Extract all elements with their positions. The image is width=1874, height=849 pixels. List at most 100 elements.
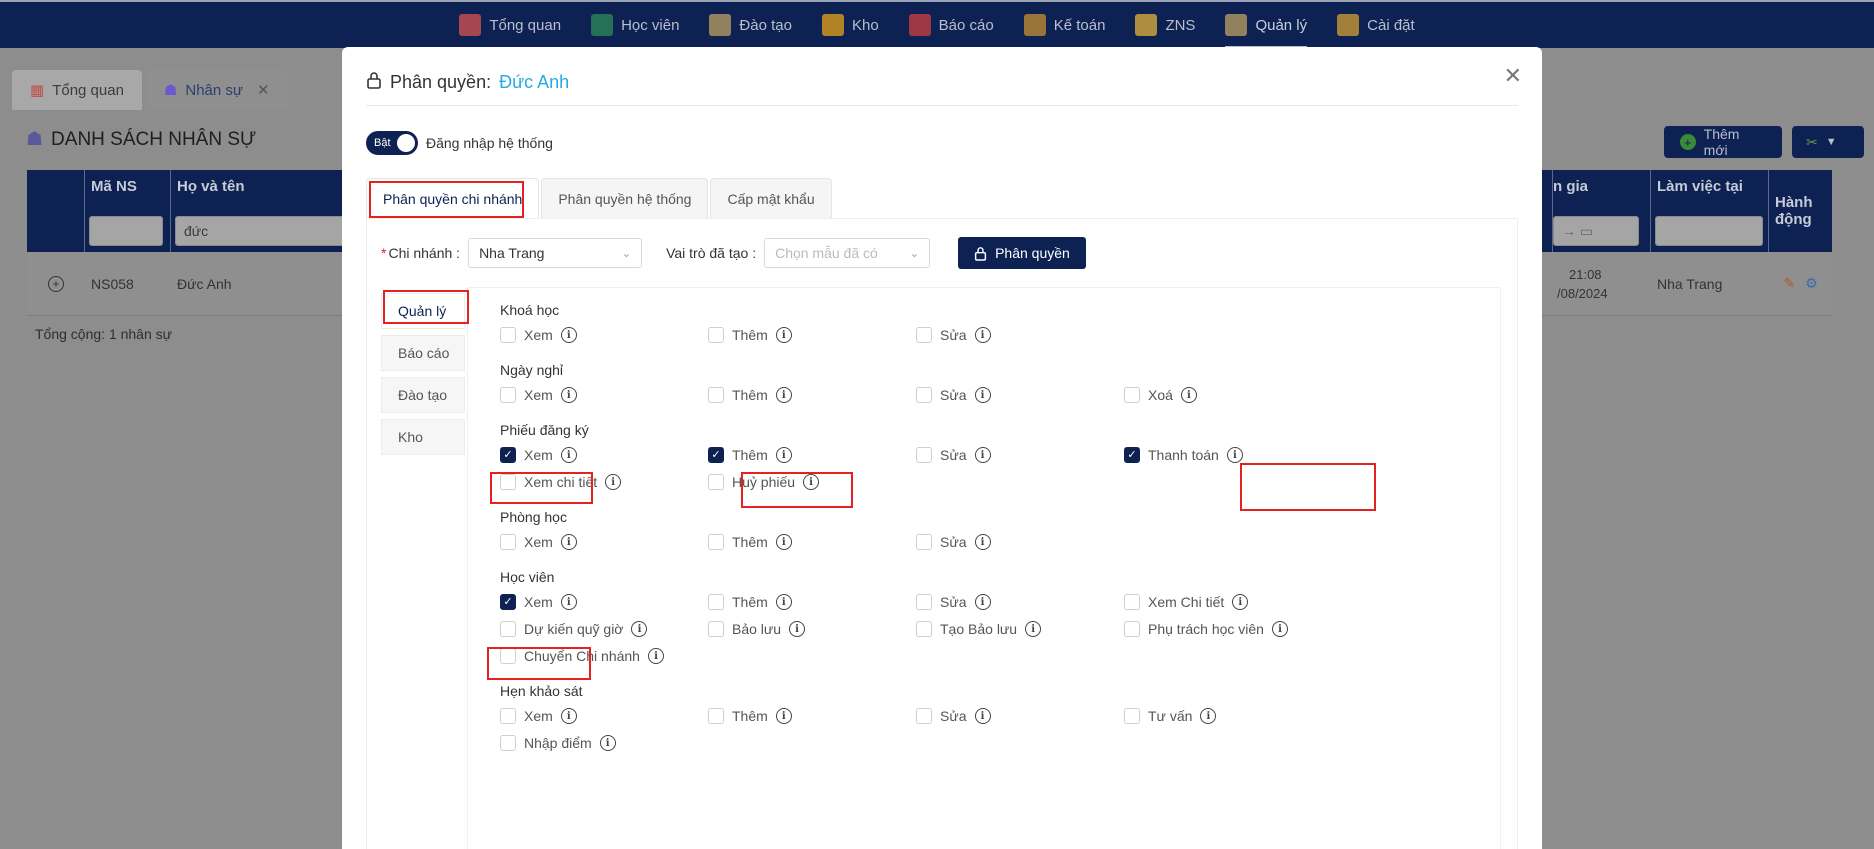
permission-item[interactable]: Xem i: [500, 327, 577, 343]
permission-item[interactable]: Xoá i: [1124, 387, 1197, 403]
info-icon[interactable]: i: [974, 327, 991, 343]
checkbox[interactable]: [708, 474, 724, 490]
info-icon[interactable]: i: [775, 534, 792, 550]
permission-item[interactable]: Sửa i: [916, 327, 991, 343]
permission-item[interactable]: ✓ Xem i: [500, 447, 577, 463]
permission-item[interactable]: Xem i: [500, 534, 577, 550]
nav-item-7[interactable]: Quản lý: [1210, 2, 1322, 48]
info-icon[interactable]: i: [974, 387, 991, 403]
checkbox[interactable]: [708, 534, 724, 550]
checkbox[interactable]: [916, 387, 932, 403]
info-icon[interactable]: i: [789, 621, 806, 637]
date-filter-input[interactable]: → ▭: [1553, 216, 1639, 246]
checkbox[interactable]: [916, 621, 932, 637]
code-filter-input[interactable]: [89, 216, 163, 246]
tab-password[interactable]: Cấp mật khẩu: [710, 178, 832, 218]
nav-item-8[interactable]: Cài đặt: [1322, 2, 1430, 48]
info-icon[interactable]: i: [560, 387, 577, 403]
close-icon[interactable]: ✕: [1504, 63, 1522, 89]
edit-icon[interactable]: ✎: [1783, 275, 1795, 292]
checkbox[interactable]: [916, 708, 932, 724]
checkbox[interactable]: [500, 708, 516, 724]
permission-item[interactable]: Sửa i: [916, 447, 991, 463]
checkbox[interactable]: [1124, 621, 1140, 637]
permission-item[interactable]: Xem chi tiết i: [500, 474, 622, 490]
permission-item[interactable]: Xem i: [500, 387, 577, 403]
checkbox[interactable]: [708, 327, 724, 343]
info-icon[interactable]: i: [775, 708, 792, 724]
checkbox-checked[interactable]: ✓: [500, 447, 516, 463]
checkbox[interactable]: [916, 447, 932, 463]
checkbox[interactable]: [708, 387, 724, 403]
tab-staff[interactable]: ☗ Nhân sự ✕: [145, 70, 288, 110]
permission-gear-icon[interactable]: ⚙: [1805, 275, 1818, 292]
checkbox[interactable]: [500, 735, 516, 751]
checkbox[interactable]: [1124, 387, 1140, 403]
permission-item[interactable]: Xem Chi tiết i: [1124, 594, 1249, 610]
permission-item[interactable]: Thêm i: [708, 534, 792, 550]
permission-item[interactable]: Tạo Bảo lưu i: [916, 621, 1042, 637]
info-icon[interactable]: i: [775, 327, 792, 343]
permission-item[interactable]: ✓ Thêm i: [708, 447, 792, 463]
checkbox[interactable]: [1124, 594, 1140, 610]
checkbox[interactable]: [500, 474, 516, 490]
checkbox[interactable]: [500, 621, 516, 637]
checkbox[interactable]: [916, 534, 932, 550]
permission-item[interactable]: ✓ Thanh toán i: [1124, 447, 1243, 463]
permission-item[interactable]: Phụ trách học viên i: [1124, 621, 1288, 637]
checkbox[interactable]: [708, 621, 724, 637]
info-icon[interactable]: i: [1180, 387, 1197, 403]
permission-item[interactable]: Thêm i: [708, 708, 792, 724]
info-icon[interactable]: i: [647, 648, 664, 664]
add-new-button[interactable]: + Thêm mới: [1664, 126, 1782, 158]
permission-item[interactable]: ✓ Xem i: [500, 594, 577, 610]
permission-item[interactable]: Dự kiến quỹ giờ i: [500, 621, 648, 637]
permission-item[interactable]: Sửa i: [916, 594, 991, 610]
permission-item[interactable]: Thêm i: [708, 594, 792, 610]
info-icon[interactable]: i: [974, 447, 991, 463]
nav-item-2[interactable]: Đào tạo: [694, 2, 807, 48]
login-toggle-switch[interactable]: Bật: [366, 131, 418, 155]
info-icon[interactable]: i: [560, 594, 577, 610]
checkbox[interactable]: [708, 708, 724, 724]
expand-row-icon[interactable]: +: [27, 275, 85, 292]
permission-item[interactable]: Bảo lưu i: [708, 621, 806, 637]
role-template-select[interactable]: Chọn mẫu đã có ⌄: [764, 238, 931, 268]
permission-item[interactable]: Nhập điểm i: [500, 735, 616, 751]
checkbox[interactable]: [916, 594, 932, 610]
info-icon[interactable]: i: [560, 534, 577, 550]
tab-system-permission[interactable]: Phân quyền hệ thống: [541, 178, 709, 218]
nav-item-4[interactable]: Báo cáo: [894, 2, 1009, 48]
nav-item-0[interactable]: Tổng quan: [444, 2, 576, 48]
workplace-filter-select[interactable]: [1655, 216, 1763, 246]
tab-overview[interactable]: ▦ Tổng quan: [12, 70, 142, 110]
checkbox[interactable]: [1124, 708, 1140, 724]
checkbox-checked[interactable]: ✓: [500, 594, 516, 610]
checkbox[interactable]: [916, 327, 932, 343]
info-icon[interactable]: i: [775, 594, 792, 610]
checkbox[interactable]: [500, 648, 516, 664]
sidetab-warehouse[interactable]: Kho: [381, 419, 465, 455]
info-icon[interactable]: i: [560, 447, 577, 463]
nav-item-1[interactable]: Học viên: [576, 2, 694, 48]
permission-item[interactable]: Chuyển Chi nhánh i: [500, 648, 664, 664]
info-icon[interactable]: i: [1200, 708, 1217, 724]
permission-item[interactable]: Sửa i: [916, 534, 991, 550]
checkbox[interactable]: [708, 594, 724, 610]
info-icon[interactable]: i: [605, 474, 622, 490]
checkbox[interactable]: [500, 387, 516, 403]
branch-select[interactable]: Nha Trang ⌄: [468, 238, 643, 268]
info-icon[interactable]: i: [560, 708, 577, 724]
permission-item[interactable]: Huỷ phiếu i: [708, 474, 820, 490]
tools-menu-button[interactable]: ✂ ▼: [1792, 126, 1864, 158]
sidetab-management[interactable]: Quản lý: [381, 293, 465, 329]
info-icon[interactable]: i: [1232, 594, 1249, 610]
permission-item[interactable]: Thêm i: [708, 387, 792, 403]
info-icon[interactable]: i: [803, 474, 820, 490]
sidetab-reports[interactable]: Báo cáo: [381, 335, 465, 371]
info-icon[interactable]: i: [599, 735, 616, 751]
tab-branch-permission[interactable]: Phân quyền chi nhánh: [366, 178, 540, 218]
checkbox-checked[interactable]: ✓: [708, 447, 724, 463]
info-icon[interactable]: i: [1226, 447, 1243, 463]
permission-item[interactable]: Sửa i: [916, 708, 991, 724]
